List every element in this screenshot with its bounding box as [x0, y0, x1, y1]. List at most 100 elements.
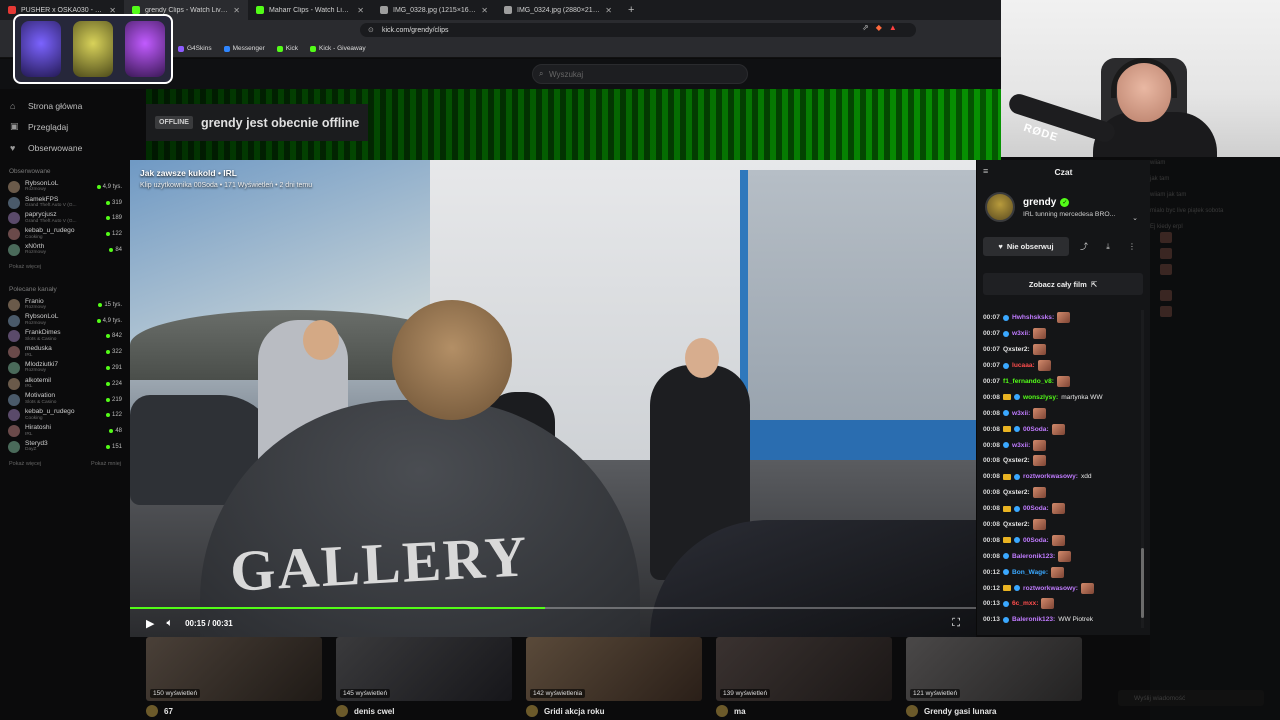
browser-tab[interactable]: IMG_0324.jpg (2880×2160) ✕: [496, 0, 620, 20]
close-tab-icon[interactable]: ✕: [481, 6, 488, 15]
chat-username[interactable]: Baleronik123:: [1012, 553, 1055, 560]
watch-full-video-button[interactable]: Zobacz cały film ⇱: [983, 273, 1143, 295]
chat-username[interactable]: Qxster2:: [1003, 346, 1030, 353]
clip-title-row[interactable]: denis cwel: [336, 705, 394, 717]
collapse-chat-icon[interactable]: ≡: [983, 166, 988, 176]
chat-username[interactable]: roztworkwasowy:: [1023, 585, 1078, 592]
sidebar-channel[interactable]: kebab_u_rudego Cooking 122: [0, 408, 130, 424]
chat-username[interactable]: Qxster2:: [1003, 521, 1030, 528]
chat-scrollbar[interactable]: [1141, 310, 1144, 628]
bookmark-favicon-icon: [276, 45, 283, 52]
sidebar-channel[interactable]: SamekFPS Grand Theft Auto V (G... 319: [0, 195, 130, 211]
download-icon[interactable]: ⤓: [1099, 237, 1117, 256]
chat-emote: [1058, 550, 1072, 562]
chat-username[interactable]: roztworkwasowy:: [1023, 473, 1078, 480]
chat-username[interactable]: w3xii:: [1012, 410, 1030, 417]
chat-message: 00:13 Baleronik123: WW Piotrek: [983, 612, 1143, 628]
chat-username[interactable]: lucaaa:: [1012, 362, 1035, 369]
chat-username[interactable]: f1_fernando_v8:: [1003, 378, 1054, 385]
site-info-icon[interactable]: ⊙: [368, 26, 374, 34]
sidebar-nav-3[interactable]: ♥ Obserwowane: [0, 137, 130, 158]
clip-thumbnail[interactable]: 142 wyświetlenia: [526, 637, 702, 701]
home-icon: ⌂: [10, 100, 16, 111]
show-less-recommended[interactable]: Pokaż mniej: [91, 461, 121, 467]
chat-timestamp: 00:08: [983, 552, 1000, 560]
sidebar-channel[interactable]: kebab_u_rudego Cooking 122: [0, 226, 130, 242]
sidebar-channel[interactable]: Mlodziutki7 Rozmowy 291: [0, 360, 130, 376]
channel-info: RybsonLoL Rozmowy: [25, 314, 97, 326]
bookmark-item[interactable]: Kick - Giveaway: [310, 45, 366, 52]
chat-scrollbar-thumb[interactable]: [1141, 548, 1144, 618]
bookmark-item[interactable]: Kick: [276, 45, 298, 52]
channel-avatar: [8, 212, 20, 225]
chat-username[interactable]: Bon_Wage:: [1012, 569, 1048, 576]
video-progress-bar[interactable]: [130, 607, 976, 609]
sidebar-channel[interactable]: Franio Rozmowy 15 tys.: [0, 297, 130, 313]
chat-username[interactable]: Qxster2:: [1003, 457, 1030, 464]
search-input[interactable]: ⌕ Wyszukaj: [532, 64, 748, 84]
chat-username[interactable]: Hwhshsksks:: [1012, 314, 1054, 321]
streamer-name[interactable]: grendy: [1023, 197, 1056, 208]
clip-title-row[interactable]: ma: [716, 705, 746, 717]
chat-username[interactable]: Qxster2:: [1003, 489, 1030, 496]
new-tab-button[interactable]: +: [620, 4, 642, 16]
sidebar-channel[interactable]: meduska IRL 322: [0, 344, 130, 360]
clip-thumbnail[interactable]: 121 wyświetleń: [906, 637, 1082, 701]
bookmark-item[interactable]: Messenger: [223, 45, 265, 52]
chat-username[interactable]: 00Soda:: [1023, 537, 1049, 544]
play-icon[interactable]: ▶: [146, 617, 154, 630]
chat-username[interactable]: w3xii:: [1012, 330, 1030, 337]
video-time: 00:15 / 00:31: [185, 619, 233, 628]
sidebar-nav-1[interactable]: ⌂ Strona główna: [0, 95, 130, 116]
sidebar-channel[interactable]: FrankDimes Slots & Casino 842: [0, 329, 130, 345]
close-tab-icon[interactable]: ✕: [233, 6, 240, 15]
close-tab-icon[interactable]: ✕: [605, 6, 612, 15]
sidebar-channel[interactable]: alkotemil IRL 224: [0, 376, 130, 392]
show-more-followed[interactable]: Pokaż więcej: [9, 264, 41, 270]
sidebar-channel[interactable]: paprycjusz Grand Theft Auto V (G... 189: [0, 211, 130, 227]
clip-video-player[interactable]: GALLERY Jak zawsze kukold • IRL Klip uży…: [130, 160, 976, 637]
clip-title-row[interactable]: Grendy gasi lunara: [906, 705, 996, 717]
chat-username[interactable]: w3xii:: [1012, 442, 1030, 449]
chat-username[interactable]: 00Soda:: [1023, 426, 1049, 433]
sidebar-channel[interactable]: RybsonLoL Rozmowy 4,9 tys.: [0, 179, 130, 195]
channel-avatar: [8, 409, 20, 422]
sidebar-channel[interactable]: Steryd3 DayZ 151: [0, 439, 130, 455]
more-options-icon[interactable]: ⋮: [1123, 237, 1141, 256]
clip-thumbnail[interactable]: 150 wyświetleń: [146, 637, 322, 701]
tab-favicon-icon: [504, 6, 512, 14]
brave-rewards-icon[interactable]: ▲: [889, 23, 897, 32]
clip-thumbnail[interactable]: 139 wyświetleń: [716, 637, 892, 701]
sidebar-channel[interactable]: RybsonLoL Rozmowy 4,9 tys.: [0, 313, 130, 329]
fullscreen-icon[interactable]: ⛶: [952, 617, 960, 630]
channel-avatar: [8, 441, 20, 454]
viewer-count: 151: [111, 444, 122, 451]
sidebar-channel[interactable]: xN0rth Rozmowy 84: [0, 242, 130, 258]
channel-info: alkotemil IRL: [25, 377, 106, 390]
share-icon[interactable]: ⇗: [862, 23, 869, 32]
browser-tab[interactable]: Maharr Clips - Watch Live on Kick ✕: [248, 0, 372, 20]
clip-title-row[interactable]: 67: [146, 705, 173, 717]
chat-username[interactable]: Baleronik123:: [1012, 616, 1055, 623]
show-more-recommended[interactable]: Pokaż więcej: [9, 461, 41, 467]
volume-icon[interactable]: 🔈︎: [166, 617, 173, 630]
clip-title-row[interactable]: Gridi akcja roku: [526, 705, 604, 717]
brave-shield-icon[interactable]: ◆: [876, 23, 882, 32]
browser-tab[interactable]: IMG_0328.jpg (1215×1620) ✕: [372, 0, 496, 20]
clip-thumbnail[interactable]: 145 wyświetleń: [336, 637, 512, 701]
share-icon[interactable]: ⤴: [1075, 237, 1093, 256]
bookmark-item[interactable]: G4Skins: [178, 45, 212, 52]
streamer-avatar[interactable]: [985, 192, 1015, 222]
chat-username[interactable]: 6c_mxx:: [1012, 600, 1038, 607]
sidebar-channel[interactable]: Hiratoshi IRL 48: [0, 423, 130, 439]
unfollow-button[interactable]: ♥ Nie obserwuj: [983, 237, 1069, 256]
viewer-count: 224: [111, 380, 122, 387]
chat-emote: [1032, 487, 1046, 499]
chat-username[interactable]: wonszlysy:: [1023, 394, 1058, 401]
close-tab-icon[interactable]: ✕: [357, 6, 364, 15]
sidebar-channel[interactable]: Motivation Slots & Casino 219: [0, 392, 130, 408]
address-bar[interactable]: ⊙ kick.com/grendy/clips: [360, 23, 916, 37]
chat-username[interactable]: 00Soda:: [1023, 505, 1049, 512]
sidebar-nav-2[interactable]: ▣ Przeglądaj: [0, 116, 130, 137]
chevron-down-icon[interactable]: ⌄: [1132, 214, 1138, 222]
